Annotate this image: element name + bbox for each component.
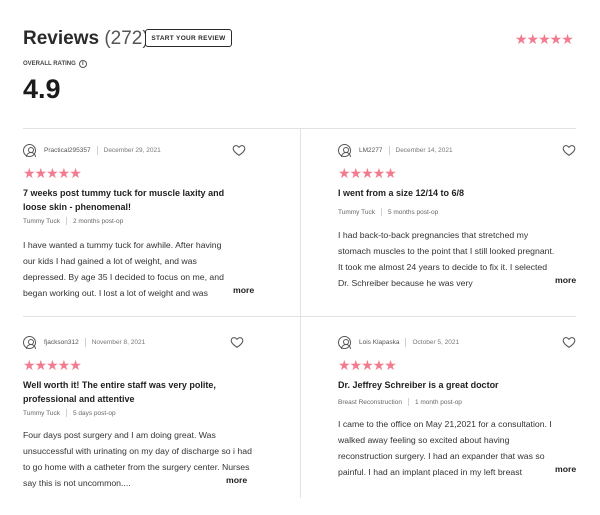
heart-icon[interactable]	[232, 143, 246, 157]
review-body: I have wanted a tummy tuck for awhile. A…	[23, 240, 224, 298]
review-tags: Tummy Tuck 5 days post-op	[23, 409, 116, 417]
review-procedure[interactable]: Tummy Tuck	[338, 209, 375, 216]
review-card: LM2277 December 14, 2021 ★★★★★ I went fr…	[338, 143, 598, 318]
review-date: December 29, 2021	[103, 146, 161, 154]
overall-rating-text: OVERALL RATING	[23, 61, 76, 67]
user-avatar-icon	[23, 335, 36, 349]
review-timing: 5 months post-op	[387, 208, 439, 216]
review-body: Four days post surgery and I am doing gr…	[23, 430, 252, 488]
review-username[interactable]: LM2277	[359, 147, 383, 154]
info-icon[interactable]: i	[78, 60, 87, 68]
tag-separator	[407, 398, 409, 406]
review-meta: fjackson312 November 8, 2021	[23, 335, 145, 349]
reviews-count: (272)	[104, 28, 149, 49]
review-star-rating: ★★★★★	[338, 357, 397, 373]
review-headline[interactable]: I went from a size 12/14 to 6/8	[338, 186, 553, 200]
review-headline[interactable]: Dr. Jeffrey Schreiber is a great doctor	[338, 378, 553, 392]
review-procedure[interactable]: Tummy Tuck	[23, 410, 60, 417]
overall-star-rating: ★★★★★	[515, 31, 574, 47]
review-username[interactable]: fjackson312	[44, 339, 79, 346]
heart-icon[interactable]	[230, 335, 244, 349]
review-timing: 5 days post-op	[72, 409, 116, 417]
more-link[interactable]: more	[229, 285, 255, 295]
review-headline[interactable]: 7 weeks post tummy tuck for muscle laxit…	[23, 186, 238, 214]
start-review-button[interactable]: START YOUR REVIEW	[145, 29, 232, 47]
more-link[interactable]: more	[222, 475, 248, 485]
review-timing: 1 month post-op	[414, 398, 462, 406]
review-star-rating: ★★★★★	[23, 165, 82, 181]
review-body: I had back-to-back pregnancies that stre…	[338, 230, 555, 288]
meta-separator	[388, 145, 390, 155]
review-card: Practical295357 December 29, 2021 ★★★★★ …	[23, 143, 283, 318]
overall-score: 4.9	[23, 74, 61, 104]
review-username[interactable]: Lois Klapaska	[359, 339, 399, 346]
review-username[interactable]: Practical295357	[44, 147, 91, 154]
review-procedure[interactable]: Breast Reconstruction	[338, 399, 402, 406]
heart-icon[interactable]	[562, 335, 576, 349]
reviews-title: Reviews (272)	[23, 28, 149, 50]
review-meta: Lois Klapaska October 5, 2021	[338, 335, 459, 349]
reviews-title-label: Reviews	[23, 28, 100, 49]
review-tags: Tummy Tuck 2 months post-op	[23, 217, 123, 225]
user-avatar-icon	[23, 143, 36, 157]
review-timing: 2 months post-op	[72, 217, 124, 225]
tag-separator	[65, 409, 67, 417]
review-card: fjackson312 November 8, 2021 ★★★★★ Well …	[23, 335, 283, 510]
grid-divider-vertical	[300, 128, 301, 498]
review-card: Lois Klapaska October 5, 2021 ★★★★★ Dr. …	[338, 335, 598, 510]
review-date: October 5, 2021	[412, 338, 460, 346]
meta-separator	[405, 337, 407, 347]
more-link[interactable]: more	[551, 464, 577, 474]
user-avatar-icon	[338, 335, 351, 349]
review-headline[interactable]: Well worth it! The entire staff was very…	[23, 378, 238, 406]
user-avatar-icon	[338, 143, 351, 157]
review-star-rating: ★★★★★	[23, 357, 82, 373]
tag-separator	[380, 208, 382, 216]
overall-rating-label: OVERALL RATING i	[23, 60, 87, 68]
meta-separator	[84, 337, 86, 347]
tag-separator	[65, 217, 67, 225]
review-body: I came to the office on May 21,2021 for …	[338, 419, 552, 477]
heart-icon[interactable]	[562, 143, 576, 157]
review-star-rating: ★★★★★	[338, 165, 397, 181]
review-tags: Breast Reconstruction 1 month post-op	[338, 398, 462, 406]
reviews-header: Reviews (272) START YOUR REVIEW ★★★★★ OV…	[0, 0, 600, 125]
more-link[interactable]: more	[551, 275, 577, 285]
review-meta: Practical295357 December 29, 2021	[23, 143, 161, 157]
review-date: December 14, 2021	[395, 146, 453, 154]
meta-separator	[96, 145, 98, 155]
review-date: November 8, 2021	[91, 338, 146, 346]
review-tags: Tummy Tuck 5 months post-op	[338, 208, 438, 216]
review-procedure[interactable]: Tummy Tuck	[23, 218, 60, 225]
review-meta: LM2277 December 14, 2021	[338, 143, 453, 157]
